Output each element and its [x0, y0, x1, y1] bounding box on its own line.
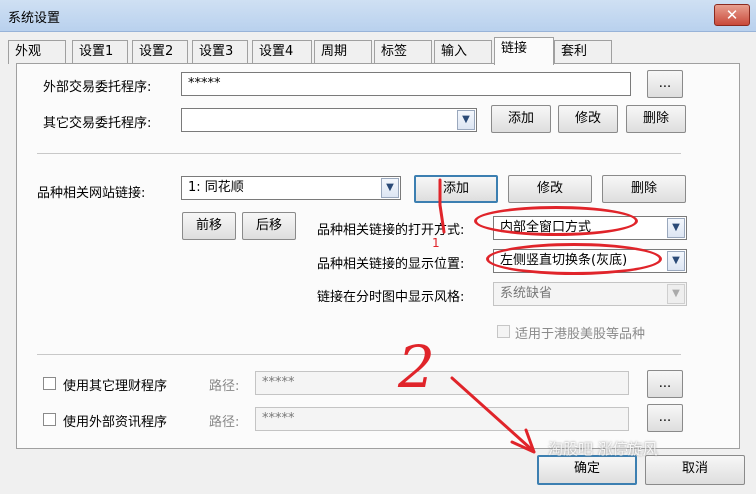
tab-links[interactable]: 链接	[494, 37, 554, 65]
position-label: 品种相关链接的显示位置:	[317, 257, 465, 272]
external-trade-label: 外部交易委托程序:	[43, 80, 152, 95]
site-link-select[interactable]: 1: 同花顺 ▼	[181, 176, 401, 200]
close-icon: ✕	[725, 6, 739, 24]
divider	[37, 153, 681, 154]
delete-link-button[interactable]: 删除	[602, 175, 686, 203]
other-trade-select[interactable]: ▼	[181, 108, 477, 132]
tab-labels[interactable]: 标签	[374, 40, 432, 64]
edit-link-button[interactable]: 修改	[508, 175, 592, 203]
tab-settings-1[interactable]: 设置1	[72, 40, 128, 64]
edit-trade-button[interactable]: 修改	[558, 105, 618, 133]
close-button[interactable]: ✕	[714, 4, 750, 26]
add-trade-button[interactable]: 添加	[491, 105, 551, 133]
window-title: 系统设置	[8, 11, 61, 26]
finance-path-input[interactable]: *****	[255, 371, 629, 395]
tab-arbitrage[interactable]: 套利	[554, 40, 612, 64]
news-path-label: 路径:	[209, 415, 240, 430]
style-select[interactable]: 系统缺省 ▼	[493, 282, 687, 306]
tab-settings-3[interactable]: 设置3	[192, 40, 248, 64]
site-link-value: 1: 同花顺	[188, 180, 244, 195]
open-mode-label: 品种相关链接的打开方式:	[317, 223, 465, 238]
tab-period[interactable]: 周期	[314, 40, 372, 64]
external-trade-input[interactable]: *****	[181, 72, 631, 96]
move-up-button[interactable]: 前移	[182, 212, 236, 240]
external-trade-browse-button[interactable]: ...	[647, 70, 683, 98]
news-path-input[interactable]: *****	[255, 407, 629, 431]
finance-path-label: 路径:	[209, 379, 240, 394]
tab-settings-4[interactable]: 设置4	[252, 40, 312, 64]
add-link-button[interactable]: 添加	[414, 175, 498, 203]
site-link-label: 品种相关网站链接:	[37, 186, 146, 201]
hk-us-label: 适用于港股美股等品种	[515, 327, 646, 342]
ok-button[interactable]: 确定	[537, 455, 637, 485]
style-value: 系统缺省	[500, 286, 553, 301]
tab-input[interactable]: 输入	[434, 40, 492, 64]
delete-trade-button[interactable]: 删除	[626, 105, 686, 133]
annotation-mark-1: 1	[432, 236, 440, 250]
tab-settings-2[interactable]: 设置2	[132, 40, 188, 64]
position-select[interactable]: 左侧竖直切换条(灰底) ▼	[493, 249, 687, 273]
news-program-label: 使用外部资讯程序	[63, 415, 168, 430]
finance-program-label: 使用其它理财程序	[63, 379, 168, 394]
news-browse-button[interactable]: ...	[647, 404, 683, 432]
links-panel: 外部交易委托程序: ***** ... 其它交易委托程序: ▼ 添加 修改 删除…	[16, 63, 740, 449]
annotation-mark-2: 2	[398, 333, 435, 401]
finance-program-checkbox[interactable]	[43, 377, 56, 390]
hk-us-checkbox[interactable]	[497, 325, 510, 338]
other-trade-label: 其它交易委托程序:	[43, 116, 152, 131]
style-label: 链接在分时图中显示风格:	[317, 290, 465, 305]
chevron-down-icon[interactable]: ▼	[381, 178, 399, 198]
open-mode-value: 内部全窗口方式	[500, 220, 592, 235]
cancel-button[interactable]: 取消	[645, 455, 745, 485]
news-program-checkbox[interactable]	[43, 413, 56, 426]
tab-appearance[interactable]: 外观	[8, 40, 66, 64]
tab-strip: 外观 设置1 设置2 设置3 设置4 周期 标签 输入 链接 套利	[8, 37, 748, 65]
watermark: 淘股吧 涨停旋风	[548, 440, 658, 458]
finance-browse-button[interactable]: ...	[647, 370, 683, 398]
position-value: 左侧竖直切换条(灰底)	[500, 253, 628, 268]
move-down-button[interactable]: 后移	[242, 212, 296, 240]
divider	[37, 354, 681, 355]
chevron-down-icon[interactable]: ▼	[667, 251, 685, 271]
open-mode-select[interactable]: 内部全窗口方式 ▼	[493, 216, 687, 240]
chevron-down-icon[interactable]: ▼	[457, 110, 475, 130]
title-bar: 系统设置 ✕	[0, 0, 756, 32]
chevron-down-icon[interactable]: ▼	[667, 284, 685, 304]
chevron-down-icon[interactable]: ▼	[667, 218, 685, 238]
